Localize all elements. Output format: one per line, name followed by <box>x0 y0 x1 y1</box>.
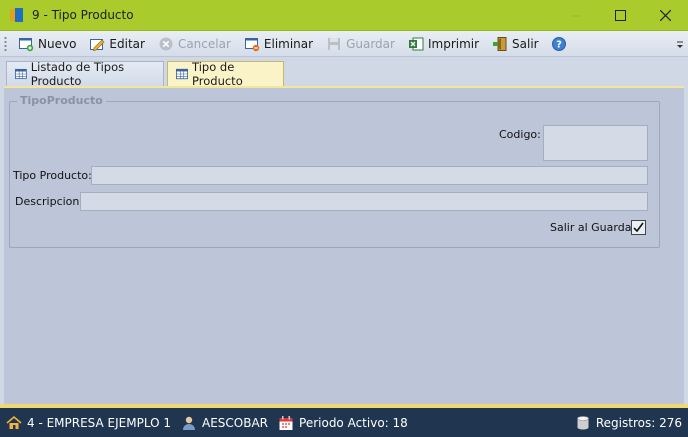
cancel-x-icon <box>159 37 173 50</box>
eliminar-label: Eliminar <box>263 36 314 51</box>
salir-label: Salir <box>512 36 539 51</box>
status-bar: 4 - EMPRESA EJEMPLO 1 AESCOBAR Periodo A… <box>0 408 688 437</box>
app-logo-icon <box>10 8 24 22</box>
svg-text:?: ? <box>556 39 562 50</box>
tipo-producto-label: Tipo Producto: <box>13 169 92 182</box>
save-disk-icon <box>328 37 341 50</box>
maximize-button[interactable] <box>598 0 643 31</box>
descripcion-field[interactable] <box>80 192 648 211</box>
calendar-icon <box>279 415 293 430</box>
status-usuario: AESCOBAR <box>181 415 268 431</box>
salir-al-guardar-checkbox[interactable] <box>631 220 646 235</box>
registros-text: Registros: 276 <box>595 415 682 430</box>
cancelar-button[interactable]: Cancelar <box>155 33 235 55</box>
excel-print-icon <box>408 37 424 50</box>
tab-tipo-producto[interactable]: Tipo de Producto <box>167 60 284 88</box>
toolbar-overflow-icon[interactable] <box>676 40 684 50</box>
home-icon <box>6 415 22 429</box>
form-panel: TipoProducto Codigo: Tipo Producto: Desc… <box>4 86 684 404</box>
status-periodo: Periodo Activo: 18 <box>278 415 408 431</box>
new-document-icon <box>19 37 34 51</box>
group-title: TipoProducto <box>17 94 106 107</box>
imprimir-button[interactable]: Imprimir <box>405 33 483 55</box>
tipoproducto-groupbox: TipoProducto Codigo: Tipo Producto: Desc… <box>9 94 660 248</box>
usuario-text: AESCOBAR <box>202 415 269 430</box>
table-grid-icon <box>176 68 189 80</box>
user-icon <box>183 416 195 430</box>
window-title: 9 - Tipo Producto <box>32 8 134 22</box>
nuevo-label: Nuevo <box>38 36 77 51</box>
periodo-text: Periodo Activo: 18 <box>299 415 408 430</box>
eliminar-button[interactable]: Eliminar <box>241 33 317 55</box>
salir-al-guardar-label: Salir al Guardar <box>550 221 636 234</box>
tab-listado-label: Listado de Tipos Producto <box>30 60 125 88</box>
cancelar-label: Cancelar <box>177 36 231 51</box>
codigo-field[interactable] <box>543 125 648 161</box>
editar-button[interactable]: Editar <box>86 33 149 55</box>
checkmark-icon <box>633 222 644 233</box>
close-icon <box>660 10 671 21</box>
maximize-icon <box>615 10 626 21</box>
guardar-button[interactable]: Guardar <box>323 33 399 55</box>
help-icon[interactable]: ? <box>551 36 567 52</box>
imprimir-label: Imprimir <box>427 36 480 51</box>
toolbar-grip[interactable] <box>4 35 7 52</box>
delete-document-icon <box>244 37 260 51</box>
codigo-label: Codigo: <box>499 128 541 141</box>
nuevo-button[interactable]: Nuevo <box>15 33 80 55</box>
toolbar: Nuevo Editar Cancelar Eliminar Guardar I… <box>0 31 688 57</box>
title-bar[interactable]: 9 - Tipo Producto <box>0 0 688 31</box>
database-icon <box>577 415 589 429</box>
guardar-label: Guardar <box>346 36 395 51</box>
table-grid-icon <box>15 68 27 80</box>
minimize-button[interactable] <box>553 0 598 31</box>
close-button[interactable] <box>643 0 688 31</box>
status-registros: Registros: 276 <box>575 408 682 437</box>
tab-listado[interactable]: Listado de Tipos Producto <box>6 60 164 88</box>
tipo-producto-field[interactable] <box>91 166 648 185</box>
tab-tipo-producto-label: Tipo de Producto <box>192 60 243 88</box>
descripcion-label: Descripcion: <box>15 195 84 208</box>
minimize-icon <box>570 15 581 16</box>
salir-button[interactable]: Salir <box>489 33 543 55</box>
tab-strip: Listado de Tipos Producto Tipo de Produc… <box>0 57 688 88</box>
exit-door-icon <box>493 36 507 51</box>
editar-label: Editar <box>109 36 145 51</box>
status-empresa: 4 - EMPRESA EJEMPLO 1 <box>6 415 171 431</box>
empresa-text: 4 - EMPRESA EJEMPLO 1 <box>27 415 171 430</box>
edit-pencil-icon <box>90 38 105 51</box>
